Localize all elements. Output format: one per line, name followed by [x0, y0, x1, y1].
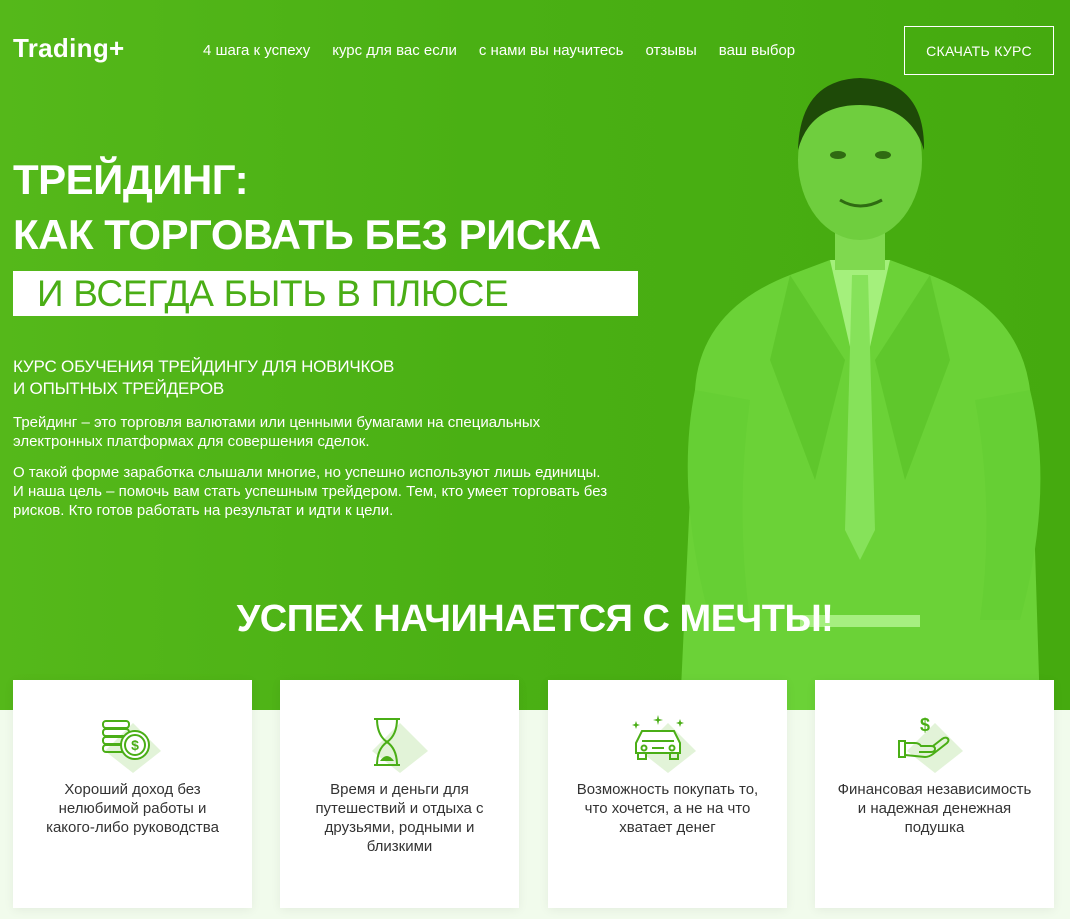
nav-link-steps[interactable]: 4 шага к успеху — [203, 42, 310, 59]
benefit-card-travel: Время и деньги для путешествий и отдыха … — [280, 680, 519, 908]
benefit-card-text: Время и деньги для путешествий и отдыха … — [315, 781, 484, 855]
nav-link-your-choice[interactable]: ваш выбор — [719, 42, 795, 59]
car-icon — [632, 715, 696, 773]
hero-title-line-2: КАК ТОРГОВАТЬ БЕЗ РИСКА — [13, 211, 601, 258]
nav-link-course-for-you[interactable]: курс для вас если — [332, 42, 457, 59]
hero-title-highlight: И ВСЕГДА БЫТЬ В ПЛЮСЕ — [13, 271, 638, 316]
coins-icon: $ — [102, 720, 161, 773]
benefit-card-text: Финансовая независимость и надежная дене… — [837, 781, 1032, 836]
hero-title-line-1: ТРЕЙДИНГ: — [13, 156, 249, 203]
main-nav: 4 шага к успеху курс для вас если с нами… — [203, 42, 795, 59]
hero-subtitle-line-1: КУРС ОБУЧЕНИЯ ТРЕЙДИНГУ ДЛЯ НОВИЧКОВ — [13, 357, 395, 376]
download-course-button[interactable]: СКАЧАТЬ КУРС — [904, 26, 1054, 75]
nav-link-you-will-learn[interactable]: с нами вы научитесь — [479, 42, 624, 59]
section-title: УСПЕХ НАЧИНАЕТСЯ С МЕЧТЫ! — [236, 598, 834, 640]
hero-subtitle: КУРС ОБУЧЕНИЯ ТРЕЙДИНГУ ДЛЯ НОВИЧКОВ И О… — [13, 356, 394, 400]
benefit-card-text: Хороший доход без нелюбимой работы и как… — [46, 781, 219, 836]
hero-title-line-3: И ВСЕГДА БЫТЬ В ПЛЮСЕ — [37, 273, 509, 314]
hero-paragraph-2: О такой форме заработка слышали многие, … — [13, 464, 608, 519]
benefit-card-financial: $ Финансовая независимость и надежная де… — [815, 680, 1054, 908]
money-hand-icon: $ — [898, 715, 963, 773]
hero-subtitle-line-2: И ОПЫТНЫХ ТРЕЙДЕРОВ — [13, 379, 225, 398]
hourglass-icon — [372, 718, 428, 773]
benefit-card-purchases: Возможность покупать то, что хочется, а … — [548, 680, 787, 908]
benefit-card-income: $ Хороший доход без нелюбимой работы и к… — [13, 680, 252, 908]
logo[interactable]: Trading+ — [13, 33, 124, 64]
svg-text:$: $ — [131, 737, 139, 753]
benefit-card-text: Возможность покупать то, что хочется, а … — [576, 781, 759, 836]
hero-paragraph-1: Трейдинг – это торговля валютами или цен… — [13, 414, 541, 450]
nav-link-reviews[interactable]: отзывы — [645, 42, 696, 59]
svg-text:$: $ — [920, 715, 930, 735]
